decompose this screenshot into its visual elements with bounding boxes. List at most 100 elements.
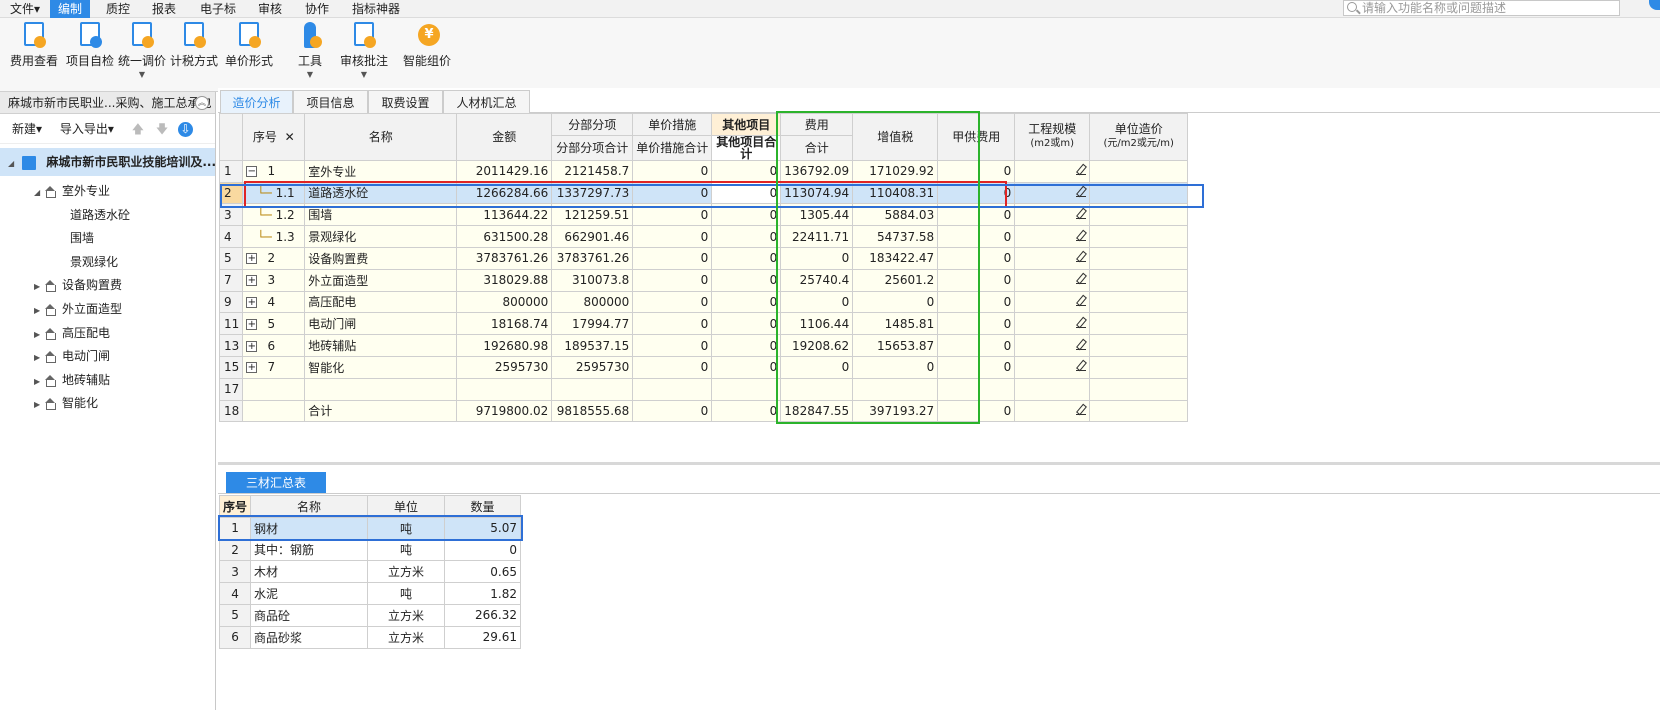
scale-cell[interactable] xyxy=(1014,159,1091,183)
name-cell[interactable]: 高压配电 xyxy=(304,290,458,314)
name-cell[interactable]: 外立面造型 xyxy=(304,268,458,292)
scale-cell[interactable] xyxy=(1014,246,1091,270)
other-cell[interactable]: 0 xyxy=(711,268,782,292)
menu-report[interactable]: 报表 xyxy=(144,0,184,18)
row-number[interactable]: 18 xyxy=(218,399,244,423)
row-number[interactable]: 4 xyxy=(218,225,244,248)
vat-cell[interactable]: 54737.58 xyxy=(852,225,939,248)
name-cell[interactable]: 电动门闸 xyxy=(304,312,458,336)
edit-pencil-icon[interactable] xyxy=(1076,231,1087,241)
qty-cell[interactable]: 0.65 xyxy=(444,560,522,584)
row-number[interactable]: 5 xyxy=(218,246,244,270)
table-row[interactable]: 1−1 室外专业 2011429.16 2121458.7 0 0 136792.09 171… xyxy=(218,159,1189,183)
expand-icon[interactable]: + xyxy=(246,340,258,352)
unit-cell[interactable]: 吨 xyxy=(367,516,446,540)
tax-method-button[interactable]: 计税方式 xyxy=(170,22,218,69)
fee-cell[interactable]: 136792.09 xyxy=(780,159,854,183)
other-cell[interactable] xyxy=(711,377,782,401)
collapsed-icon[interactable]: ▶ xyxy=(34,299,44,323)
fee-cell[interactable]: 0 xyxy=(780,355,854,379)
vat-cell[interactable]: 0 xyxy=(852,290,939,314)
vat-cell[interactable]: 171029.92 xyxy=(852,159,939,183)
table-row[interactable]: 6 商品砂浆 立方米 29.61 xyxy=(218,625,522,649)
amount-cell[interactable] xyxy=(456,377,553,401)
table-row[interactable]: 4 └─ 1.3 景观绿化 631500.28 662901.46 0 0 22411.71 5… xyxy=(218,225,1189,248)
tree-item-road[interactable]: 道路透水砼 xyxy=(0,204,215,228)
amount-cell[interactable]: 318029.88 xyxy=(456,268,553,292)
expand-icon[interactable]: + xyxy=(246,253,258,265)
djcs-cell[interactable]: 0 xyxy=(632,290,713,314)
unit-cost-cell[interactable] xyxy=(1089,399,1189,423)
table-row[interactable]: 7 +3 外立面造型 318029.88 310073.8 0 0 25740.4 25601.… xyxy=(218,268,1189,292)
material-name-cell[interactable]: 商品砼 xyxy=(250,603,369,627)
amount-cell[interactable]: 2595730 xyxy=(456,355,553,379)
fbfx-cell[interactable]: 2595730 xyxy=(551,355,634,379)
menu-review[interactable]: 审核 xyxy=(250,0,290,18)
fbfx-cell[interactable]: 1337297.73 xyxy=(551,181,634,205)
djcs-cell[interactable]: 0 xyxy=(632,399,713,423)
fbfx-cell[interactable]: 189537.15 xyxy=(551,334,634,357)
edit-pencil-icon[interactable] xyxy=(1076,274,1087,285)
qty-cell[interactable]: 5.07 xyxy=(444,516,522,540)
other-cell[interactable]: 0 xyxy=(711,181,782,205)
vat-cell[interactable]: 0 xyxy=(852,355,939,379)
fee-cell[interactable]: 1106.44 xyxy=(780,312,854,336)
edit-pencil-icon[interactable] xyxy=(1076,340,1087,350)
collapsed-icon[interactable]: ▶ xyxy=(34,346,44,370)
tree-item-hv[interactable]: ▶ 高压配电 xyxy=(0,322,215,346)
row-number[interactable]: 15 xyxy=(218,355,244,379)
djcs-cell[interactable]: 0 xyxy=(632,181,713,205)
other-cell[interactable]: 0 xyxy=(711,312,782,336)
name-cell[interactable]: 合计 xyxy=(304,399,458,423)
edit-pencil-icon[interactable] xyxy=(1076,361,1087,372)
tree-root[interactable]: ◢ 麻城市新市民职业技能培训及... xyxy=(0,148,215,176)
row-number[interactable]: 1 xyxy=(218,159,244,183)
other-cell[interactable]: 0 xyxy=(711,246,782,270)
fee-cell[interactable]: 0 xyxy=(780,246,854,270)
amount-cell[interactable]: 192680.98 xyxy=(456,334,553,357)
row-number[interactable]: 7 xyxy=(218,268,244,292)
edit-pencil-icon[interactable] xyxy=(1076,296,1087,306)
table-row[interactable]: 1 钢材吨 5.07 xyxy=(217,515,523,542)
table-row[interactable]: 3 木材 立方米 0.65 xyxy=(218,560,522,584)
amount-cell[interactable]: 2011429.16 xyxy=(456,159,553,183)
fee-view-button[interactable]: 费用查看 xyxy=(8,22,60,69)
unit-cost-cell[interactable] xyxy=(1089,181,1189,205)
jgfy-cell[interactable]: 0 xyxy=(937,159,1016,183)
djcs-cell[interactable]: 0 xyxy=(632,334,713,357)
scale-cell[interactable] xyxy=(1014,225,1091,248)
fbfx-cell[interactable]: 121259.51 xyxy=(551,203,634,227)
row-number[interactable]: 2 xyxy=(218,538,252,562)
qty-cell[interactable]: 29.61 xyxy=(444,625,522,649)
tab-fee-settings[interactable]: 取费设置 xyxy=(368,90,443,114)
table-row[interactable]: 9 +4 高压配电 800000 800000 0 0 0 0 0 xyxy=(218,290,1189,314)
menu-quality[interactable]: 质控 xyxy=(98,0,138,18)
row-number[interactable]: 3 xyxy=(218,203,244,227)
table-row[interactable]: 18 合计 9719800.02 9818555.68 0 0 182847.55 39719… xyxy=(218,399,1189,423)
unit-cost-cell[interactable] xyxy=(1089,159,1189,183)
vat-cell[interactable]: 1485.81 xyxy=(852,312,939,336)
fee-cell[interactable]: 25740.4 xyxy=(780,268,854,292)
fbfx-cell[interactable]: 17994.77 xyxy=(551,312,634,336)
qty-cell[interactable]: 266.32 xyxy=(444,603,522,627)
unit-cost-cell[interactable] xyxy=(1089,290,1189,314)
scale-cell[interactable] xyxy=(1014,290,1091,314)
table-row[interactable]: 4 水泥吨 1.82 xyxy=(218,582,522,605)
menu-collab[interactable]: 协作 xyxy=(297,0,337,18)
expand-icon[interactable]: + xyxy=(246,318,258,330)
tree-item-tiles[interactable]: ▶ 地砖辅贴 xyxy=(0,369,215,393)
material-name-cell[interactable]: 钢材 xyxy=(250,516,369,540)
fbfx-cell[interactable]: 800000 xyxy=(551,290,634,314)
name-cell[interactable]: 道路透水砼 xyxy=(304,181,458,205)
tab-labor-material[interactable]: 人材机汇总 xyxy=(443,90,530,114)
material-name-cell[interactable]: 木材 xyxy=(250,560,369,584)
fbfx-cell[interactable] xyxy=(551,377,634,401)
other-cell[interactable]: 0 xyxy=(711,399,782,423)
smart-pricing-button[interactable]: ¥ 智能组价 xyxy=(402,22,452,69)
vat-cell[interactable]: 397193.27 xyxy=(852,399,939,423)
unit-cost-cell[interactable] xyxy=(1089,377,1189,401)
menu-index[interactable]: 指标神器 xyxy=(344,0,408,18)
edit-pencil-icon[interactable] xyxy=(1076,405,1087,415)
collapsed-icon[interactable]: ▶ xyxy=(34,370,44,394)
unit-cost-cell[interactable] xyxy=(1089,334,1189,357)
